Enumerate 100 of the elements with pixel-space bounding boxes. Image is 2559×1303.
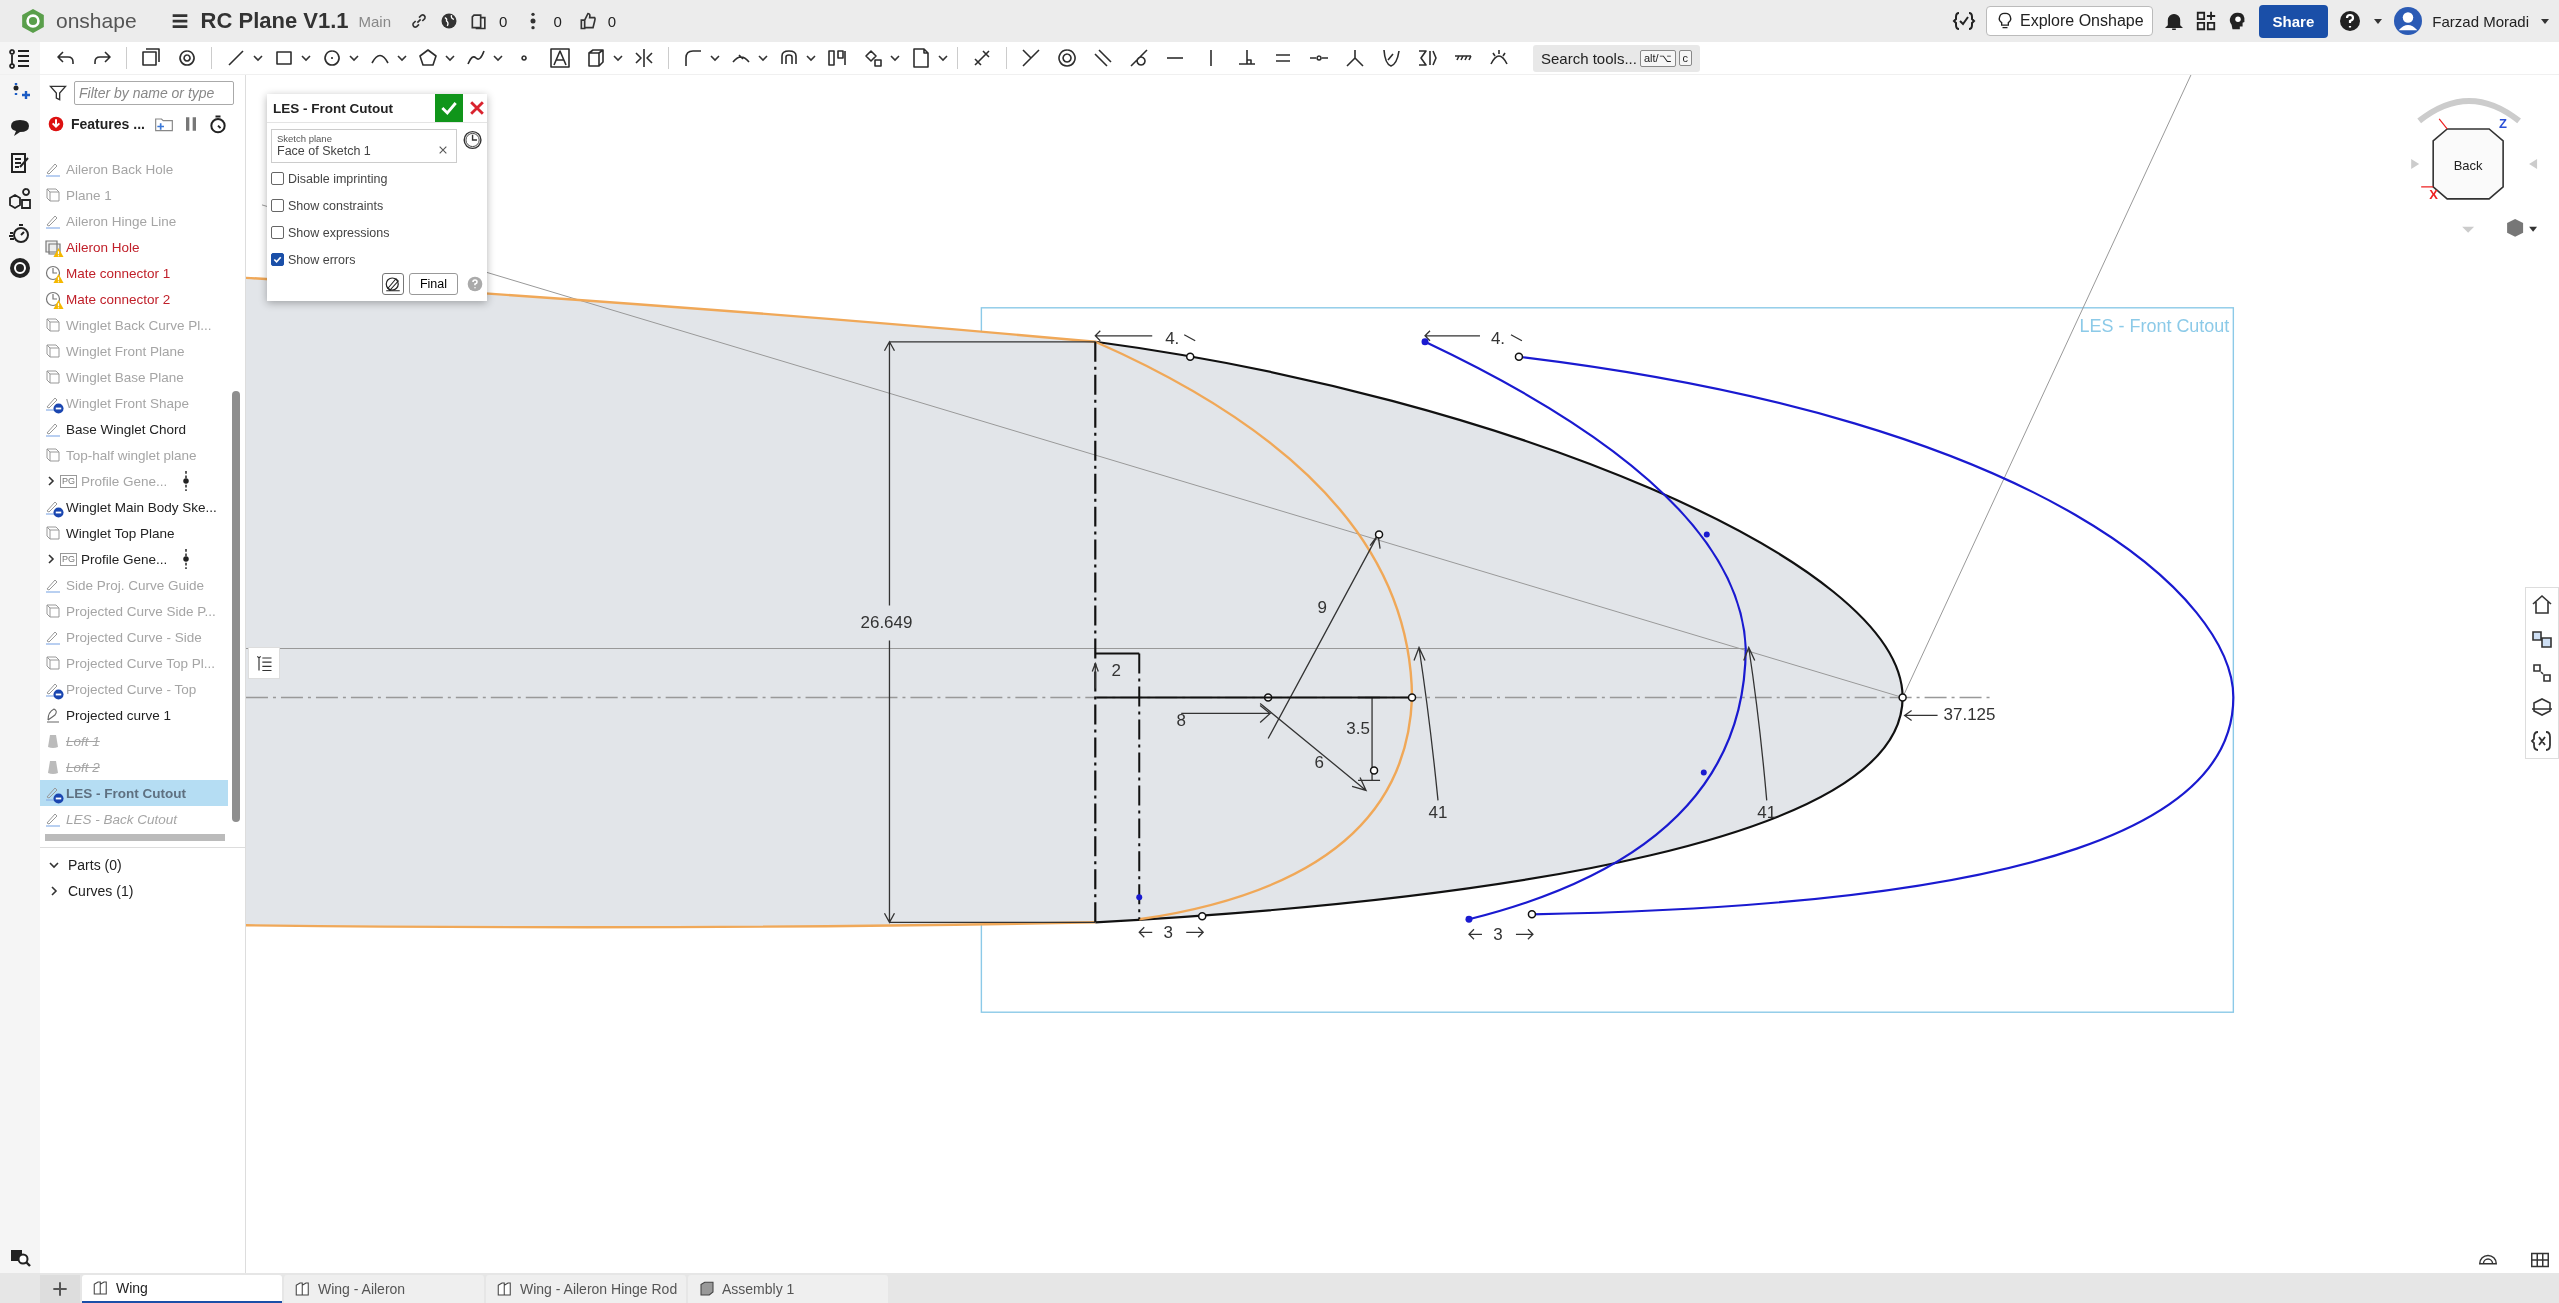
dimension-label[interactable]: 3 xyxy=(1493,925,1503,945)
view-cube[interactable] xyxy=(2411,98,2538,233)
sketch-point[interactable] xyxy=(1421,338,1429,346)
user-name[interactable]: Farzad Moradi xyxy=(2432,12,2529,30)
dimension-label[interactable]: 37.125 xyxy=(1943,705,1996,725)
chevron-icon[interactable] xyxy=(45,553,57,565)
brand-name[interactable]: onshape xyxy=(56,9,137,33)
feature-item[interactable]: LES - Front Cutout xyxy=(40,780,228,806)
sketch-line[interactable] xyxy=(1095,652,1140,655)
filter-field[interactable]: Filter by name or type xyxy=(74,81,234,105)
stopwatch-icon[interactable] xyxy=(8,221,32,245)
dimension-line[interactable] xyxy=(1903,709,1939,722)
notes-icon[interactable] xyxy=(8,151,32,175)
dimension-line[interactable] xyxy=(1259,702,1368,792)
sketch-point[interactable] xyxy=(1136,894,1143,901)
dimension-line[interactable] xyxy=(1091,661,1099,690)
add-tab-button[interactable] xyxy=(40,1275,80,1303)
caret-icon[interactable] xyxy=(492,52,504,64)
document-title[interactable]: RC Plane V1.1 xyxy=(200,8,349,34)
feature-item[interactable]: Mate connector 1 xyxy=(40,260,228,286)
clear-icon[interactable] xyxy=(437,145,448,155)
checkbox-option[interactable]: Disable imprinting xyxy=(267,165,487,192)
exploded-view-icon[interactable] xyxy=(2530,661,2554,685)
checkbox-option[interactable]: Show expressions xyxy=(267,219,487,246)
dimension-line[interactable] xyxy=(1138,926,1205,938)
house-cube-icon[interactable] xyxy=(2530,593,2554,617)
sketch-line[interactable] xyxy=(1096,696,1409,699)
variable-icon[interactable] xyxy=(2530,729,2554,753)
concentric-icon[interactable] xyxy=(1055,46,1079,70)
sketch-point[interactable] xyxy=(1527,910,1537,919)
vertical-dots-icon[interactable] xyxy=(182,470,191,492)
scrollbar[interactable] xyxy=(232,391,240,822)
dimension-label[interactable]: 4. xyxy=(1165,328,1180,348)
checkbox-option[interactable]: Show errors xyxy=(267,246,487,273)
sketch-button[interactable] xyxy=(381,273,404,295)
feature-item[interactable]: Projected curve 1 xyxy=(40,702,228,728)
box-view-icon[interactable] xyxy=(2507,218,2538,237)
stopwatch-icon[interactable] xyxy=(207,114,228,134)
dimension-label[interactable]: 2 xyxy=(1111,661,1121,681)
filter-icon[interactable] xyxy=(48,83,68,103)
dimension-label[interactable]: 3.5 xyxy=(1346,719,1370,739)
help-icon[interactable] xyxy=(2338,9,2363,33)
avatar-icon[interactable] xyxy=(2394,7,2423,35)
caret-icon[interactable] xyxy=(805,52,817,64)
chevron-icon[interactable] xyxy=(48,885,60,897)
variables-icon[interactable] xyxy=(1951,9,1976,33)
clock-icon[interactable] xyxy=(461,129,483,151)
list-toggle-button[interactable] xyxy=(248,647,280,679)
sketch-point[interactable] xyxy=(1898,693,1907,702)
dimension-line[interactable] xyxy=(1468,928,1534,940)
caret-icon[interactable] xyxy=(937,52,949,64)
chevron-icon[interactable] xyxy=(48,859,60,871)
tab[interactable]: Wing xyxy=(82,1275,282,1303)
sketch-point[interactable] xyxy=(1514,352,1524,361)
caret-icon[interactable] xyxy=(252,52,264,64)
feature-item[interactable]: Winglet Top Plane xyxy=(40,520,228,546)
group-row[interactable]: Curves (1) xyxy=(40,878,245,904)
section-view-icon[interactable] xyxy=(2530,695,2554,719)
feature-item[interactable]: Base Winglet Chord xyxy=(40,416,228,442)
accept-button[interactable] xyxy=(435,94,463,122)
caret-icon[interactable] xyxy=(300,52,312,64)
dimension-label[interactable]: 9 xyxy=(1317,597,1327,617)
explore-button[interactable]: Explore Onshape xyxy=(1985,6,2153,36)
dimension-label[interactable]: 4. xyxy=(1490,328,1506,348)
feature-item[interactable]: PG Profile Gene... xyxy=(40,546,228,572)
logo-icon[interactable] xyxy=(20,8,46,34)
sketch-point[interactable] xyxy=(1263,693,1273,702)
sketch-point[interactable] xyxy=(1703,531,1710,538)
feature-item[interactable]: Mate connector 2 xyxy=(40,286,228,312)
parts-icon[interactable] xyxy=(8,186,32,210)
feature-item[interactable]: Winglet Main Body Ske... xyxy=(40,494,228,520)
dimension-line[interactable] xyxy=(1413,646,1439,802)
sketch-point[interactable] xyxy=(1700,769,1707,776)
feature-list-icon[interactable] xyxy=(8,46,32,70)
rollback-icon[interactable] xyxy=(48,116,64,132)
feature-item[interactable]: PG Profile Gene... xyxy=(40,468,228,494)
caret-icon[interactable] xyxy=(612,52,624,64)
dimension-label[interactable]: 41 xyxy=(1428,803,1448,823)
dimension-label[interactable]: 3 xyxy=(1163,923,1173,943)
app-store-icon[interactable] xyxy=(8,256,32,280)
caret-icon[interactable] xyxy=(348,52,360,64)
sketch-point[interactable] xyxy=(1369,766,1379,775)
mirror-icon[interactable] xyxy=(632,46,656,70)
dimension-line[interactable] xyxy=(1424,330,1523,342)
chevron-icon[interactable] xyxy=(45,475,57,487)
checkbox-option[interactable]: Show constraints xyxy=(267,192,487,219)
features-title[interactable]: Features ... xyxy=(71,116,145,132)
scrollbar[interactable] xyxy=(45,834,225,841)
caret-icon[interactable] xyxy=(889,52,901,64)
caret-icon[interactable] xyxy=(396,52,408,64)
tab[interactable]: Assembly 1 xyxy=(688,1275,888,1303)
dimension-line[interactable] xyxy=(1743,646,1768,802)
caret-icon[interactable] xyxy=(757,52,769,64)
vertical-dots-icon[interactable] xyxy=(182,548,191,570)
sketch-point[interactable] xyxy=(1185,352,1195,361)
sketch-point[interactable] xyxy=(1197,912,1207,921)
dimension-label[interactable]: 26.649 xyxy=(860,612,913,632)
sketch-point[interactable] xyxy=(1407,693,1417,702)
sketch-plane-field[interactable]: Sketch plane Face of Sketch 1 xyxy=(271,129,457,163)
final-button[interactable]: Final xyxy=(408,273,458,295)
